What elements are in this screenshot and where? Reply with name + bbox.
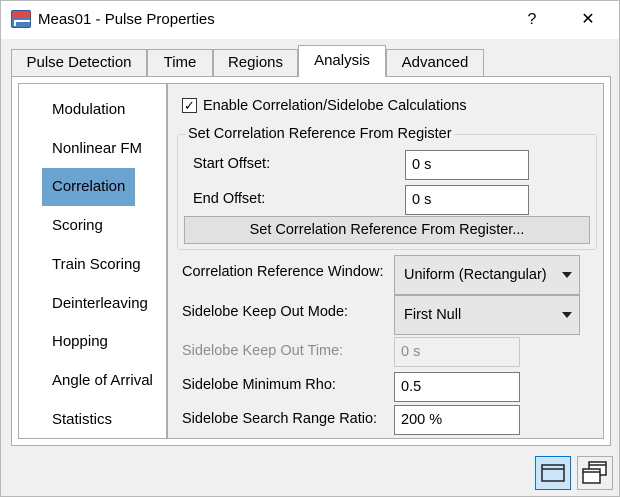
tab-analysis[interactable]: Analysis: [298, 45, 386, 77]
end-offset-field[interactable]: 0 s: [405, 185, 529, 215]
keepout-time-label: Sidelobe Keep Out Time:: [182, 343, 344, 359]
window-icon: [541, 464, 565, 482]
nav-item-statistics[interactable]: Statistics: [42, 401, 122, 439]
correlation-panel: ✓ Enable Correlation/Sidelobe Calculatio…: [167, 83, 604, 439]
nav-item-hopping[interactable]: Hopping: [42, 323, 118, 361]
keepout-time-field: 0 s: [394, 337, 520, 367]
end-offset-label: End Offset:: [193, 191, 266, 207]
correlation-window-value: Uniform (Rectangular): [404, 267, 547, 283]
correlation-window-label: Correlation Reference Window:: [182, 264, 384, 280]
correlation-window-select[interactable]: Uniform (Rectangular): [394, 255, 580, 295]
analysis-nav-list: Modulation Nonlinear FM Correlation Scor…: [18, 83, 167, 439]
nav-item-angle-of-arrival[interactable]: Angle of Arrival: [42, 362, 163, 400]
start-offset-field[interactable]: 0 s: [405, 150, 529, 180]
nav-item-train-scoring[interactable]: Train Scoring: [42, 246, 151, 284]
help-button[interactable]: ?: [509, 7, 555, 33]
pulse-properties-window: Meas01 - Pulse Properties ? ✕ Pulse Dete…: [0, 0, 620, 497]
enable-correlation-checkbox[interactable]: ✓: [182, 98, 197, 113]
start-offset-label: Start Offset:: [193, 156, 271, 172]
tab-advanced[interactable]: Advanced: [386, 49, 484, 76]
window-title: Meas01 - Pulse Properties: [38, 11, 215, 28]
min-rho-field[interactable]: 0.5: [394, 372, 520, 402]
chevron-down-icon: [562, 312, 572, 318]
keepout-mode-value: First Null: [404, 307, 462, 323]
tab-content: Modulation Nonlinear FM Correlation Scor…: [11, 76, 611, 446]
min-rho-label: Sidelobe Minimum Rho:: [182, 377, 336, 393]
nav-item-nonlinear-fm[interactable]: Nonlinear FM: [42, 130, 152, 168]
tab-pulse-detection[interactable]: Pulse Detection: [11, 49, 147, 76]
keepout-mode-label: Sidelobe Keep Out Mode:: [182, 304, 349, 320]
search-ratio-label: Sidelobe Search Range Ratio:: [182, 411, 378, 427]
tab-time[interactable]: Time: [147, 49, 213, 76]
title-bar: Meas01 - Pulse Properties ? ✕: [1, 1, 619, 39]
nav-item-correlation[interactable]: Correlation: [42, 168, 136, 206]
group-title: Set Correlation Reference From Register: [186, 126, 454, 142]
tab-regions[interactable]: Regions: [213, 49, 298, 76]
search-ratio-field[interactable]: 200 %: [394, 405, 520, 435]
close-button[interactable]: ✕: [565, 7, 611, 33]
nav-item-scoring[interactable]: Scoring: [42, 207, 113, 245]
keepout-mode-select[interactable]: First Null: [394, 295, 580, 335]
float-window-button[interactable]: [577, 456, 613, 490]
nav-item-deinterleaving[interactable]: Deinterleaving: [42, 285, 158, 323]
app-icon: [11, 10, 31, 28]
dock-window-button[interactable]: [535, 456, 571, 490]
enable-correlation-label: Enable Correlation/Sidelobe Calculations: [203, 98, 467, 114]
cascade-windows-icon: [582, 461, 607, 484]
correlation-reference-group: Set Correlation Reference From Register …: [177, 126, 597, 250]
set-reference-button[interactable]: Set Correlation Reference From Register.…: [184, 216, 590, 244]
nav-item-modulation[interactable]: Modulation: [42, 91, 135, 129]
chevron-down-icon: [562, 272, 572, 278]
